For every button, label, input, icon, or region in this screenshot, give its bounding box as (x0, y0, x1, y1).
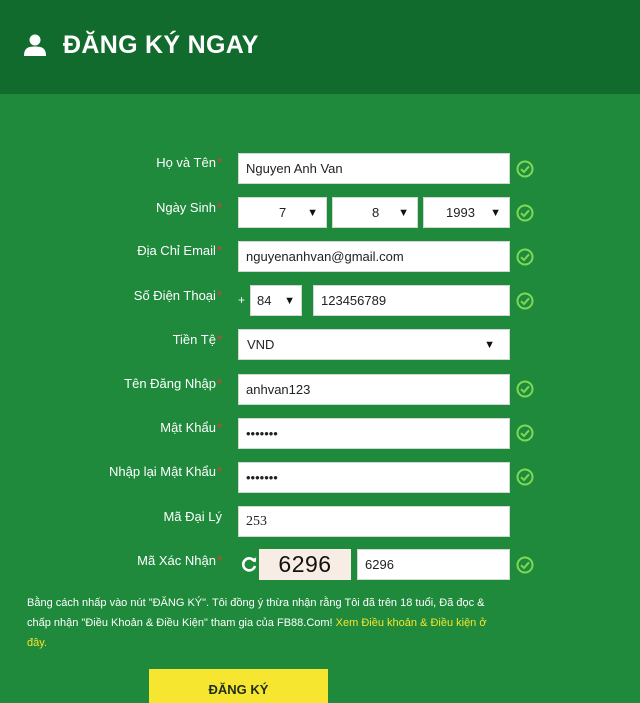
username-input[interactable]: anhvan123 (238, 374, 510, 405)
page-title: ĐĂNG KÝ NGAY (63, 31, 259, 59)
email-input[interactable]: nguyenanhvan@gmail.com (238, 241, 510, 272)
country-code-select[interactable]: 84 ▼ (250, 285, 302, 316)
check-circle-icon (516, 556, 534, 574)
refresh-icon[interactable] (240, 555, 258, 573)
password-input[interactable]: ••••••• (238, 418, 510, 449)
captcha-input[interactable]: 6296 (357, 549, 510, 580)
caret-down-icon: ▼ (307, 206, 318, 219)
password-confirm-input[interactable]: ••••••• (238, 462, 510, 493)
username-label: Tên Đăng Nhập* (124, 376, 222, 391)
page-header: ĐĂNG KÝ NGAY (0, 0, 640, 94)
captcha-label: Mã Xác Nhận* (137, 553, 222, 568)
phone-prefix: + (238, 293, 246, 307)
currency-select[interactable]: VND ▼ (238, 329, 510, 360)
email-label: Địa Chỉ Email* (137, 243, 222, 258)
password-label: Mật Khẩu* (160, 420, 222, 435)
terms-text: Bằng cách nhấp vào nút "ĐĂNG KÝ". Tôi đồ… (27, 597, 487, 649)
birthdate-label: Ngày Sinh* (155, 200, 222, 215)
agent-code-input[interactable]: 253 (238, 506, 510, 537)
check-circle-icon (516, 424, 534, 442)
fullname-input[interactable]: Nguyen Anh Van (238, 153, 510, 184)
agent-code-label: Mã Đại Lý (163, 509, 222, 524)
currency-label: Tiền Tệ* (172, 332, 222, 347)
check-circle-icon (516, 204, 534, 222)
register-button[interactable]: ĐĂNG KÝ (149, 669, 328, 703)
caret-down-icon: ▼ (398, 206, 409, 219)
check-circle-icon (516, 160, 534, 178)
birth-day-select[interactable]: 7 ▼ (238, 197, 327, 228)
check-circle-icon (516, 468, 534, 486)
caret-down-icon: ▼ (490, 206, 501, 219)
phone-label: Số Điện Thoại* (133, 288, 222, 303)
check-circle-icon (516, 380, 534, 398)
phone-input[interactable]: 123456789 (313, 285, 510, 316)
user-icon (24, 34, 46, 56)
caret-down-icon: ▼ (284, 294, 295, 307)
caret-down-icon: ▼ (484, 338, 495, 351)
fullname-label: Họ và Tên* (156, 155, 222, 170)
check-circle-icon (516, 292, 534, 310)
birth-year-select[interactable]: 1993 ▼ (423, 197, 510, 228)
captcha-image: 6296 (259, 549, 351, 580)
check-circle-icon (516, 248, 534, 266)
birth-month-select[interactable]: 8 ▼ (332, 197, 418, 228)
password-confirm-label: Nhập lại Mật Khẩu* (108, 464, 222, 479)
